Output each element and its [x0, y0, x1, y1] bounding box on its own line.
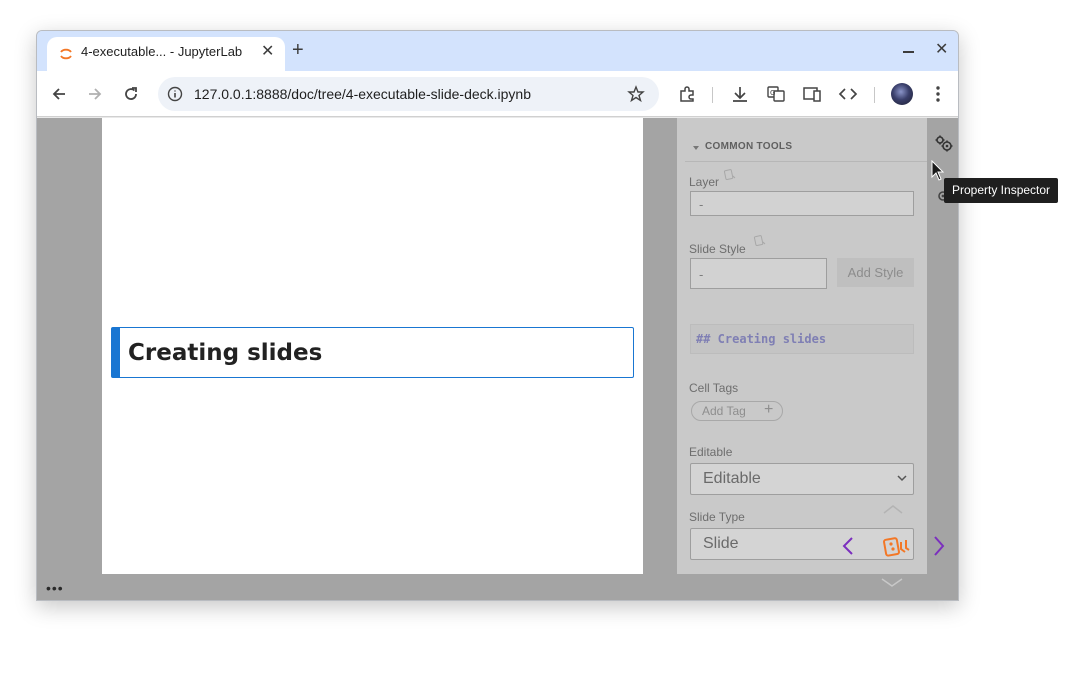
new-tab-icon[interactable]: +	[292, 39, 304, 61]
collapse-caret-icon[interactable]	[692, 144, 700, 152]
bookmark-star-icon[interactable]	[627, 85, 645, 103]
section-divider	[685, 161, 927, 162]
slide-type-value: Slide	[703, 535, 739, 552]
common-tools-title[interactable]: COMMON TOOLS	[705, 141, 792, 152]
browser-menu-icon[interactable]	[928, 84, 948, 104]
property-inspector-gears-icon[interactable]	[934, 134, 954, 154]
editable-value: Editable	[703, 470, 761, 487]
property-inspector-panel: COMMON TOOLS Layer - Slide Style - Add S…	[677, 118, 927, 574]
cell-tags-label: Cell Tags	[689, 381, 739, 395]
nav-right-icon[interactable]	[932, 535, 946, 557]
devtools-code-icon[interactable]	[838, 84, 858, 104]
jupyter-favicon-icon	[60, 48, 72, 60]
chevron-down-icon	[897, 475, 907, 482]
toolbar-separator	[712, 87, 713, 103]
slide-type-label: Slide Type	[689, 510, 745, 524]
site-info-icon[interactable]	[167, 86, 183, 102]
forward-icon[interactable]	[85, 84, 105, 104]
tab-title: 4-executable... - JupyterLab	[81, 44, 243, 59]
property-inspector-tooltip: Property Inspector	[944, 178, 1059, 203]
profile-avatar[interactable]	[891, 83, 913, 105]
add-tag-button[interactable]: Add Tag +	[691, 401, 783, 421]
deck-hint-icon	[723, 169, 736, 181]
download-icon[interactable]	[730, 84, 750, 104]
nav-left-icon[interactable]	[841, 536, 855, 556]
url-text[interactable]: 127.0.0.1:8888/doc/tree/4-executable-sli…	[194, 86, 531, 102]
nav-up-icon[interactable]	[881, 502, 905, 516]
slide-heading: Creating slides	[128, 340, 323, 366]
layer-label: Layer	[689, 175, 720, 189]
markdown-source-preview: ## Creating slides	[690, 324, 914, 354]
reload-icon[interactable]	[121, 84, 141, 104]
back-icon[interactable]	[49, 84, 69, 104]
slide-type-select[interactable]: Slide	[690, 528, 914, 560]
window-close-icon[interactable]: ✕	[935, 39, 948, 59]
translate-icon[interactable]: G	[766, 84, 786, 104]
toolbar-separator	[874, 87, 875, 103]
browser-window: 4-executable... - JupyterLab ✕ + ✕ 127.0…	[36, 30, 959, 601]
slide-deck-icon[interactable]	[883, 534, 911, 558]
editable-select[interactable]: Editable	[690, 463, 914, 495]
tab-strip: 4-executable... - JupyterLab ✕ + ✕	[37, 31, 958, 71]
mouse-cursor-icon	[931, 160, 945, 181]
slide-style-field[interactable]: -	[690, 258, 827, 289]
deck-hint-icon	[753, 235, 766, 247]
nav-down-icon[interactable]	[878, 576, 906, 590]
markdown-cell[interactable]: Creating slides	[111, 327, 634, 378]
cell-active-bar	[112, 328, 120, 377]
device-toolbar-icon[interactable]	[802, 84, 822, 104]
slide-style-label: Slide Style	[689, 242, 746, 256]
tab-close-icon[interactable]: ✕	[261, 43, 274, 61]
add-style-button[interactable]: Add Style	[837, 258, 914, 287]
more-options-icon[interactable]: •••	[46, 580, 64, 596]
plus-icon: +	[764, 401, 774, 418]
minimize-icon[interactable]	[903, 41, 915, 53]
browser-toolbar: 127.0.0.1:8888/doc/tree/4-executable-sli…	[37, 71, 958, 117]
add-tag-label: Add Tag	[702, 404, 746, 418]
editable-label: Editable	[689, 445, 733, 459]
slide: Creating slides	[102, 118, 643, 574]
address-bar[interactable]: 127.0.0.1:8888/doc/tree/4-executable-sli…	[158, 77, 659, 111]
browser-tab[interactable]: 4-executable... - JupyterLab ✕	[47, 37, 285, 71]
extensions-icon[interactable]	[677, 84, 697, 104]
presentation-area: Creating slides ••• COMMON TOOLS Layer -…	[37, 118, 958, 600]
svg-text:G: G	[770, 89, 775, 97]
layer-field[interactable]: -	[690, 191, 914, 216]
